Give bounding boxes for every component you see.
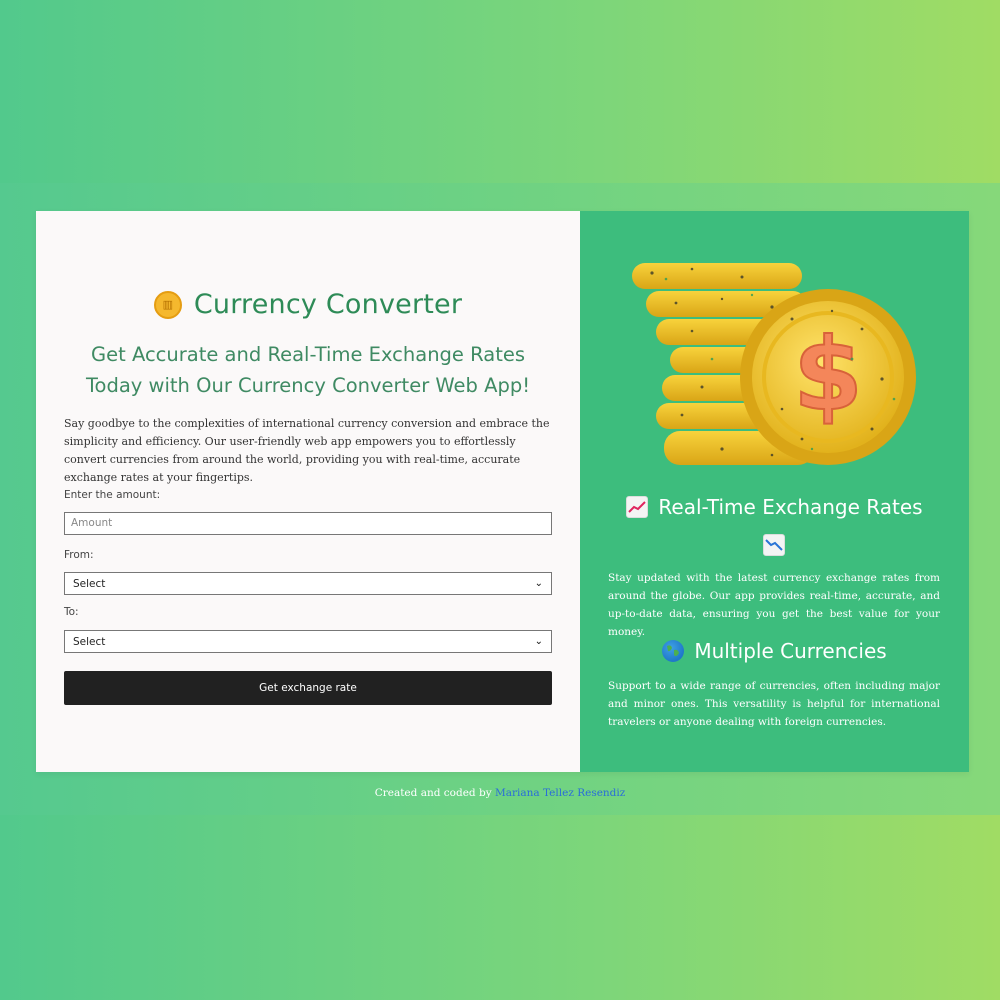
globe-icon — [662, 640, 685, 662]
footer: Created and coded by Mariana Tellez Rese… — [0, 787, 1000, 799]
amount-label: Enter the amount: — [64, 489, 161, 501]
chevron-down-icon: ⌄ — [534, 578, 543, 589]
coin-icon: ▥ — [153, 290, 182, 319]
converter-card: ▥ Currency Converter Get Accurate and Re… — [36, 211, 969, 772]
chevron-down-icon: ⌄ — [534, 636, 543, 647]
intro-text: Say goodbye to the complexities of inter… — [64, 417, 550, 484]
get-exchange-rate-button[interactable]: Get exchange rate — [64, 671, 552, 705]
converter-panel: ▥ Currency Converter Get Accurate and Re… — [36, 211, 580, 772]
feature-title-text: Real-Time Exchange Rates — [658, 495, 923, 519]
chart-decreasing-icon — [763, 534, 785, 556]
feature-title-currencies: Multiple Currencies — [580, 639, 969, 663]
amount-input[interactable]: Amount — [64, 512, 552, 535]
to-select-value: Select — [73, 635, 106, 648]
coins-illustration: $ — [632, 263, 916, 465]
page-title: Currency Converter — [193, 289, 463, 320]
title-row: ▥ Currency Converter — [36, 289, 580, 320]
feature-text-realtime: Stay updated with the latest currency ex… — [608, 572, 940, 638]
chart-increasing-icon — [626, 496, 649, 518]
from-label: From: — [64, 549, 94, 561]
subtitle: Get Accurate and Real-Time Exchange Rate… — [85, 343, 531, 397]
to-label: To: — [64, 606, 79, 618]
feature-text-currencies: Support to a wide range of currencies, o… — [608, 680, 940, 728]
to-select[interactable]: Select ⌄ — [64, 630, 552, 653]
footer-prefix: Created and coded by — [374, 787, 492, 799]
from-select[interactable]: Select ⌄ — [64, 572, 552, 595]
features-panel: $ Real-Time Exchange Rates Stay updated … — [580, 211, 969, 772]
feature-title-realtime: Real-Time Exchange Rates — [580, 495, 969, 519]
author-link[interactable]: Mariana Tellez Resendiz — [495, 787, 625, 799]
from-select-value: Select — [73, 577, 106, 590]
feature-title-text: Multiple Currencies — [694, 639, 887, 663]
dollar-sign-icon: $ — [793, 316, 863, 433]
